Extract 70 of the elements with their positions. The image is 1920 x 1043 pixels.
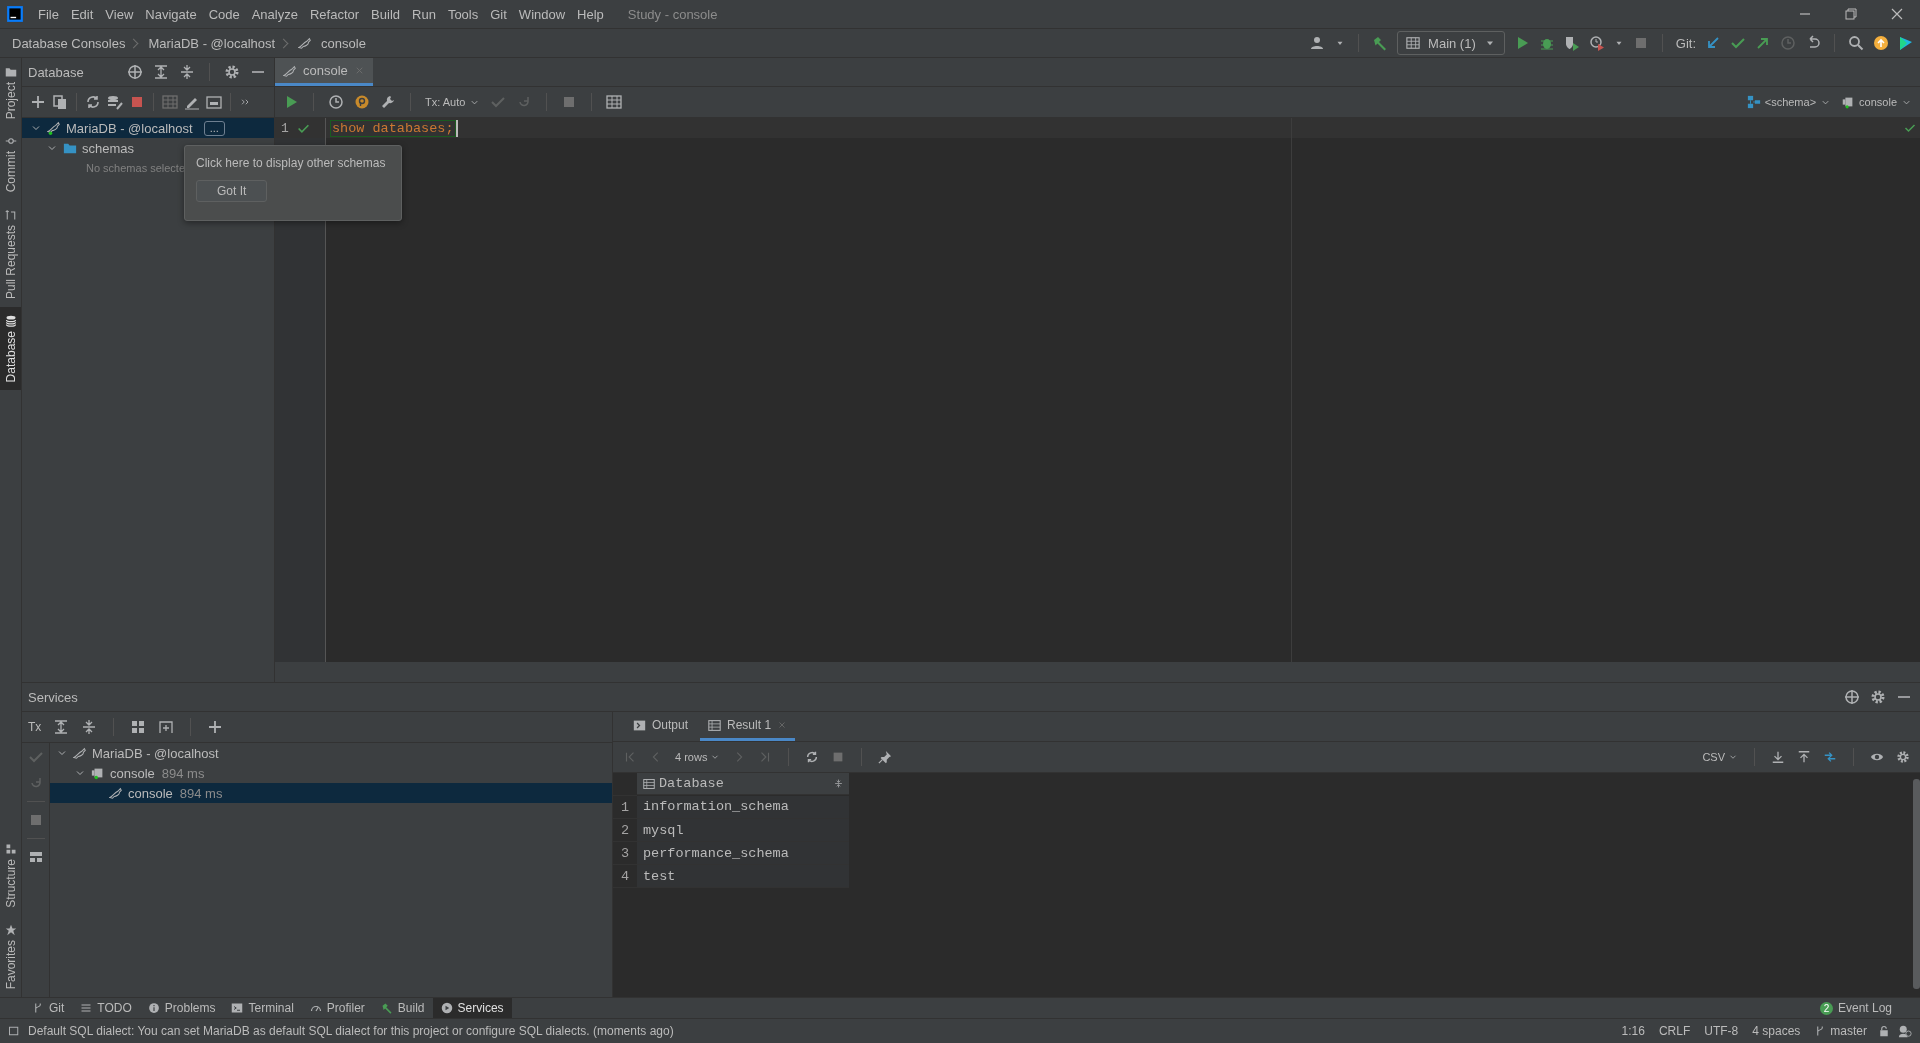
status-item[interactable]: 4 spaces <box>1749 1024 1804 1038</box>
tree-item[interactable]: MariaDB - @localhost ... <box>22 118 274 138</box>
more-button[interactable]: ... <box>203 120 225 136</box>
menu-item[interactable]: Window <box>512 6 572 22</box>
tool-window-button[interactable]: TODO <box>72 998 140 1018</box>
tree-item[interactable]: MariaDB - @localhost <box>50 743 612 763</box>
status-item[interactable]: UTF-8 <box>1701 1024 1742 1038</box>
row-number: 2 <box>613 818 637 842</box>
status-item[interactable]: CRLF <box>1655 1024 1694 1038</box>
tree-item[interactable]: console 894 ms <box>50 783 612 803</box>
status-item[interactable]: 1:16 <box>1618 1024 1648 1038</box>
event-log-button[interactable]: 2 Event Log <box>1811 998 1900 1018</box>
tool-window-button[interactable]: Problems <box>139 998 224 1018</box>
breadcrumb[interactable]: Database Consoles <box>12 35 126 51</box>
menu-item[interactable]: Build <box>365 6 406 22</box>
breadcrumb[interactable]: console <box>321 35 366 51</box>
column-header[interactable]: Database <box>637 773 849 795</box>
got-it-button[interactable]: Got It <box>196 180 268 202</box>
tool-window-button[interactable]: Git <box>24 998 73 1018</box>
notification-count: 2 <box>1819 1001 1833 1015</box>
window-title: Study - console <box>627 6 718 22</box>
tool-window-button[interactable]: Database <box>0 306 21 391</box>
menu-item[interactable]: Run <box>406 6 442 22</box>
tree-item[interactable]: console 894 ms <box>50 763 612 783</box>
tree-item[interactable]: schemas <box>22 138 274 158</box>
schema-dropdown[interactable]: <schema> <box>1746 95 1832 109</box>
row-number: 1 <box>613 795 637 819</box>
tool-window-button[interactable]: Project <box>0 58 21 128</box>
menu-item[interactable]: Help <box>571 6 610 22</box>
menu-item[interactable]: Navigate <box>139 6 203 22</box>
tool-window-button[interactable]: Favorites <box>0 915 21 997</box>
table-cell: test <box>637 864 849 888</box>
tool-window-button[interactable]: Profiler <box>301 998 373 1018</box>
tool-window-button[interactable]: Structure <box>0 834 21 916</box>
panel-title: Database <box>28 64 84 80</box>
transaction-mode-dropdown[interactable]: Tx: Auto <box>425 96 481 108</box>
row-number: 4 <box>613 864 637 888</box>
table-cell: information_schema <box>637 795 849 819</box>
menu-item[interactable]: Tools <box>441 6 485 22</box>
tooltip-text: Click here to display other schemas <box>196 156 386 170</box>
table-cell: performance_schema <box>637 841 849 865</box>
menu-item[interactable]: Analyze <box>245 6 304 22</box>
result-tab[interactable]: Result 1 <box>700 712 796 741</box>
status-message[interactable]: Default SQL dialect: You can set MariaDB as default SQL dialect for this project or configure SQL dialects. (moments ago) <box>28 1024 674 1038</box>
session-dropdown[interactable]: console <box>1841 95 1912 109</box>
row-number: 3 <box>613 841 637 865</box>
editor-tab[interactable]: console <box>275 58 373 86</box>
tool-window-button[interactable]: Services <box>432 998 512 1018</box>
tool-window-button[interactable]: Commit <box>0 127 21 201</box>
panel-title: Services <box>28 689 78 705</box>
menu-item[interactable]: Code <box>202 6 246 22</box>
result-tab[interactable]: Output <box>625 712 697 741</box>
menu-item[interactable]: Refactor <box>303 6 366 22</box>
tool-window-button[interactable]: Pull Requests <box>0 200 21 307</box>
breadcrumb[interactable]: MariaDB - @localhost <box>148 35 276 51</box>
menu-item[interactable]: Git <box>484 6 513 22</box>
tool-window-button[interactable]: Terminal <box>223 998 302 1018</box>
menu-item[interactable]: File <box>32 6 65 22</box>
git-label: Git: <box>1675 35 1696 51</box>
transaction-button[interactable]: Tx <box>28 720 42 734</box>
table-cell: mysql <box>637 818 849 842</box>
menu-item[interactable]: View <box>99 6 140 22</box>
export-format-dropdown[interactable]: CSV <box>1702 751 1738 763</box>
line-number: 1 <box>281 120 289 136</box>
git-branch-widget[interactable]: master <box>1811 1024 1870 1038</box>
tool-window-button[interactable]: Build <box>372 998 433 1018</box>
run-configuration-dropdown[interactable]: Main (1) <box>1397 31 1505 55</box>
menu-item[interactable]: Edit <box>64 6 100 22</box>
rows-dropdown[interactable]: 4 rows <box>675 751 721 763</box>
empty-hint: No schemas selecte <box>86 162 186 174</box>
